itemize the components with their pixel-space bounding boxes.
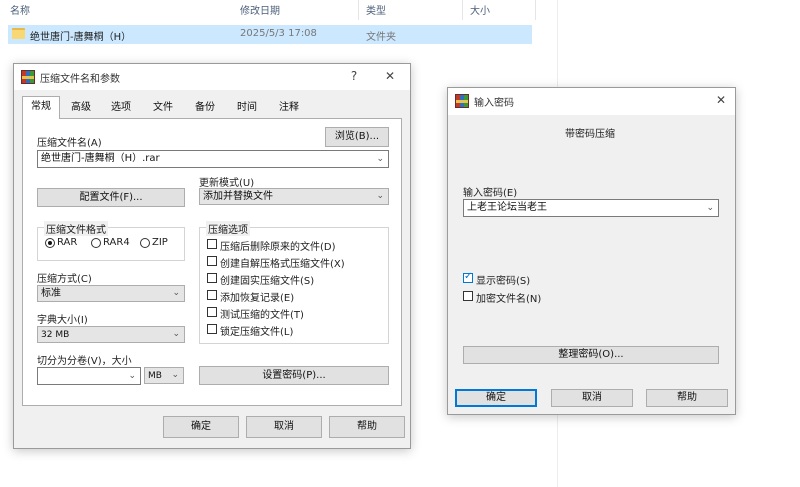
close-icon[interactable]: ✕ [713, 93, 729, 107]
help-button[interactable]: 帮助 [329, 416, 405, 438]
profiles-button[interactable]: 配置文件(F)... [37, 188, 185, 207]
update-mode-label: 更新模式(U) [199, 178, 255, 189]
show-password-checkbox[interactable] [463, 271, 473, 283]
winrar-icon [21, 70, 35, 84]
tab-options[interactable]: 选项 [104, 98, 138, 118]
dictionary-label: 字典大小(I) [37, 315, 88, 326]
method-select[interactable]: 标准 ⌄ [37, 285, 185, 302]
recovery-record-checkbox[interactable] [207, 290, 217, 300]
column-divider[interactable] [358, 0, 359, 20]
format-rar-radio[interactable] [45, 238, 55, 248]
lock-archive-checkbox[interactable] [207, 324, 217, 334]
chevron-down-icon: ⌄ [172, 288, 180, 298]
split-unit-select[interactable]: MB ⌄ [144, 367, 184, 384]
tab-advanced[interactable]: 高级 [64, 98, 98, 118]
chevron-down-icon: ⌄ [171, 370, 179, 380]
explorer-column-header: 名称 修改日期 类型 大小 [0, 0, 555, 20]
set-password-button[interactable]: 设置密码(P)... [199, 366, 389, 385]
lock-archive-label[interactable]: 锁定压缩文件(L) [220, 323, 293, 338]
archive-name-value: 绝世唐门-唐舞桐（H）.rar [41, 153, 160, 164]
chevron-down-icon[interactable]: ⌄ [376, 151, 384, 167]
format-rar4-label[interactable]: RAR4 [103, 237, 130, 248]
split-volume-field[interactable]: ⌄ [37, 367, 141, 385]
column-divider[interactable] [462, 0, 463, 20]
winrar-icon [455, 94, 469, 108]
cancel-button[interactable]: 取消 [246, 416, 322, 438]
column-divider[interactable] [535, 0, 536, 20]
method-value: 标准 [41, 288, 61, 299]
sfx-label[interactable]: 创建自解压格式压缩文件(X) [220, 255, 345, 270]
solid-checkbox[interactable] [207, 273, 217, 283]
test-files-checkbox[interactable] [207, 307, 217, 317]
format-rar-label[interactable]: RAR [57, 237, 77, 248]
ok-button[interactable]: 确定 [163, 416, 239, 438]
archive-dialog-titlebar[interactable]: 压缩文件名和参数 ? ✕ [14, 64, 410, 90]
update-mode-value: 添加并替换文件 [203, 191, 273, 202]
encrypt-names-label[interactable]: 加密文件名(N) [476, 290, 541, 305]
solid-label[interactable]: 创建固实压缩文件(S) [220, 272, 314, 287]
tab-general[interactable]: 常规 [22, 96, 60, 119]
format-zip-label[interactable]: ZIP [152, 237, 168, 248]
chevron-down-icon: ⌄ [376, 191, 384, 201]
method-label: 压缩方式(C) [37, 274, 92, 285]
delete-after-checkbox[interactable] [207, 239, 217, 249]
chevron-down-icon[interactable]: ⌄ [128, 368, 136, 384]
close-icon[interactable]: ✕ [382, 69, 398, 83]
tab-backup[interactable]: 备份 [188, 98, 222, 118]
file-type: 文件夹 [366, 32, 396, 43]
folder-icon [12, 28, 25, 39]
password-heading: 带密码压缩 [565, 129, 615, 140]
help-icon[interactable]: ? [346, 69, 362, 83]
encrypt-names-checkbox[interactable] [463, 291, 473, 301]
dictionary-select[interactable]: 32 MB ⌄ [37, 326, 185, 343]
archive-name-label: 压缩文件名(A) [37, 138, 102, 149]
split-unit-value: MB [148, 371, 162, 381]
password-help-button[interactable]: 帮助 [646, 389, 728, 407]
password-cancel-button[interactable]: 取消 [551, 389, 633, 407]
password-dialog-title: 输入密码 [474, 98, 514, 109]
format-zip-radio[interactable] [140, 238, 150, 248]
tab-files[interactable]: 文件 [146, 98, 180, 118]
file-date: 2025/5/3 17:08 [240, 28, 317, 39]
file-list-row[interactable]: 绝世唐门-唐舞桐（H） 2025/5/3 17:08 文件夹 [8, 25, 532, 44]
tab-time[interactable]: 时间 [230, 98, 264, 118]
archive-options-title: 压缩选项 [206, 221, 250, 236]
delete-after-label[interactable]: 压缩后删除原来的文件(D) [220, 238, 336, 253]
column-type[interactable]: 类型 [366, 2, 386, 17]
dictionary-value: 32 MB [41, 330, 70, 340]
recovery-record-label[interactable]: 添加恢复记录(E) [220, 289, 294, 304]
show-password-label[interactable]: 显示密码(S) [476, 272, 530, 287]
password-value: 上老王论坛当老王 [467, 202, 547, 213]
organize-passwords-button[interactable]: 整理密码(O)... [463, 346, 719, 364]
password-label: 输入密码(E) [463, 188, 518, 199]
test-files-label[interactable]: 测试压缩的文件(T) [220, 306, 304, 321]
tab-comment[interactable]: 注释 [272, 98, 306, 118]
chevron-down-icon[interactable]: ⌄ [706, 200, 714, 216]
sfx-checkbox[interactable] [207, 256, 217, 266]
file-name: 绝世唐门-唐舞桐（H） [30, 32, 132, 43]
column-name[interactable]: 名称 [10, 2, 30, 17]
archive-name-field[interactable]: 绝世唐门-唐舞桐（H）.rar ⌄ [37, 150, 389, 168]
archive-dialog-title: 压缩文件名和参数 [40, 74, 120, 85]
format-rar4-radio[interactable] [91, 238, 101, 248]
password-input[interactable]: 上老王论坛当老王 ⌄ [463, 199, 719, 217]
password-ok-button[interactable]: 确定 [455, 389, 537, 407]
browse-button[interactable]: 浏览(B)... [325, 127, 389, 147]
column-size[interactable]: 大小 [470, 2, 490, 17]
split-volume-label: 切分为分卷(V)，大小 [37, 356, 132, 367]
column-date[interactable]: 修改日期 [240, 2, 280, 17]
chevron-down-icon: ⌄ [172, 329, 180, 339]
archive-format-title: 压缩文件格式 [44, 221, 108, 236]
update-mode-select[interactable]: 添加并替换文件 ⌄ [199, 188, 389, 205]
password-dialog-titlebar[interactable]: 输入密码 ✕ [448, 88, 735, 115]
